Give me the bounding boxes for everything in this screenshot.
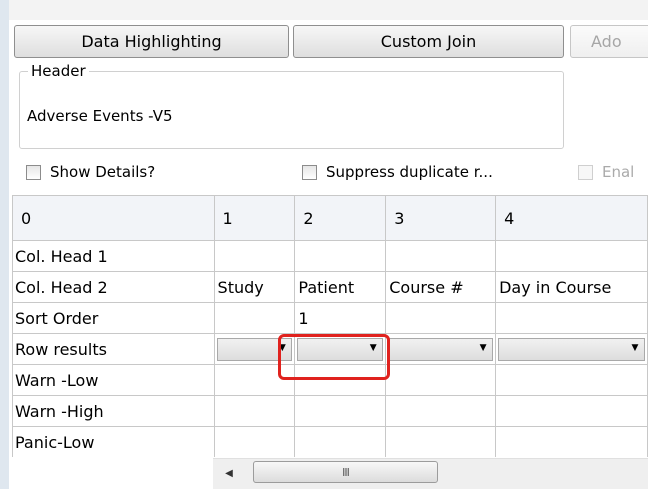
grid-cell[interactable]	[294, 426, 387, 457]
grid-cell[interactable]	[385, 395, 497, 427]
chevron-down-icon[interactable]: ▼	[627, 340, 643, 357]
grid-table: 0 1 2 3 4 Col. Head 1 Col. Head 2 Study …	[12, 195, 648, 457]
table-row: Panic-Low	[12, 426, 648, 457]
row-label: Panic-Low	[12, 426, 215, 457]
column-header-row: 0 1 2 3 4	[12, 195, 648, 241]
grid-cell[interactable]	[385, 240, 497, 272]
column-header[interactable]: 4	[495, 195, 648, 241]
table-row: Col. Head 1	[12, 240, 648, 272]
grid-cell[interactable]	[495, 302, 648, 334]
grid-cell[interactable]	[495, 395, 648, 427]
checkbox-box[interactable]	[26, 164, 41, 180]
suppress-duplicates-label: Suppress duplicate r...	[326, 163, 493, 181]
grid-cell[interactable]: Course #	[385, 271, 497, 303]
checkbox-box	[578, 164, 593, 180]
grid-cell[interactable]	[294, 395, 387, 427]
column-header[interactable]: 0	[12, 195, 215, 241]
grid-cell[interactable]	[495, 240, 648, 272]
left-edge	[0, 0, 9, 489]
header-value[interactable]: Adverse Events -V5	[27, 107, 173, 125]
grip-icon: III	[342, 465, 350, 479]
table-row: Col. Head 2 Study Patient Course # Day i…	[12, 271, 648, 303]
grid-cell[interactable]: Patient	[294, 271, 387, 303]
data-highlighting-button[interactable]: Data Highlighting	[14, 25, 289, 58]
grid-cell[interactable]	[385, 426, 497, 457]
checkbox-box[interactable]	[302, 164, 317, 180]
grid-cell[interactable]	[385, 302, 497, 334]
scrollbar-thumb[interactable]: III	[253, 461, 438, 483]
header-group-label: Header	[28, 62, 89, 80]
row-label: Sort Order	[12, 302, 215, 334]
row-label: Col. Head 2	[12, 271, 215, 303]
enable-checkbox: Enal	[578, 160, 634, 184]
enable-label: Enal	[602, 163, 635, 181]
show-details-label: Show Details?	[50, 163, 156, 181]
top-strip	[0, 0, 648, 20]
row-results-dropdown[interactable]: ▼	[498, 337, 645, 361]
add-button[interactable]: Ado	[570, 25, 648, 58]
grid-cell[interactable]	[495, 364, 648, 396]
grid-cell[interactable]	[213, 395, 296, 427]
grid-cell[interactable]: Study	[213, 271, 296, 303]
grid-cell[interactable]	[495, 426, 648, 457]
grid-cell[interactable]: Day in Course	[495, 271, 648, 303]
table-row: Sort Order 1	[12, 302, 648, 334]
definition-grid[interactable]: 0 1 2 3 4 Col. Head 1 Col. Head 2 Study …	[12, 195, 648, 457]
row-label: Row results	[12, 333, 215, 365]
column-header[interactable]: 2	[294, 195, 387, 241]
chevron-down-icon[interactable]: ▼	[475, 340, 491, 357]
arrow-left-icon[interactable]: ◀	[218, 462, 240, 484]
grid-cell: ▼	[495, 333, 648, 365]
grid-cell[interactable]	[213, 240, 296, 272]
grid-cell: ▼	[385, 333, 497, 365]
grid-cell[interactable]	[385, 364, 497, 396]
grid-cell[interactable]	[213, 426, 296, 457]
suppress-duplicates-checkbox[interactable]: Suppress duplicate r...	[302, 160, 493, 184]
column-header[interactable]: 3	[385, 195, 497, 241]
grid-cell[interactable]	[294, 240, 387, 272]
table-row: Warn -High	[12, 395, 648, 427]
row-label: Warn -Low	[12, 364, 215, 396]
show-details-checkbox[interactable]: Show Details?	[26, 160, 155, 184]
custom-join-button[interactable]: Custom Join	[293, 25, 564, 58]
row-results-dropdown[interactable]: ▼	[388, 337, 494, 361]
highlight-annotation	[278, 334, 390, 380]
grid-cell[interactable]	[213, 302, 296, 334]
column-header[interactable]: 1	[213, 195, 296, 241]
grid-cell[interactable]: 1	[294, 302, 387, 334]
row-label: Col. Head 1	[12, 240, 215, 272]
row-label: Warn -High	[12, 395, 215, 427]
